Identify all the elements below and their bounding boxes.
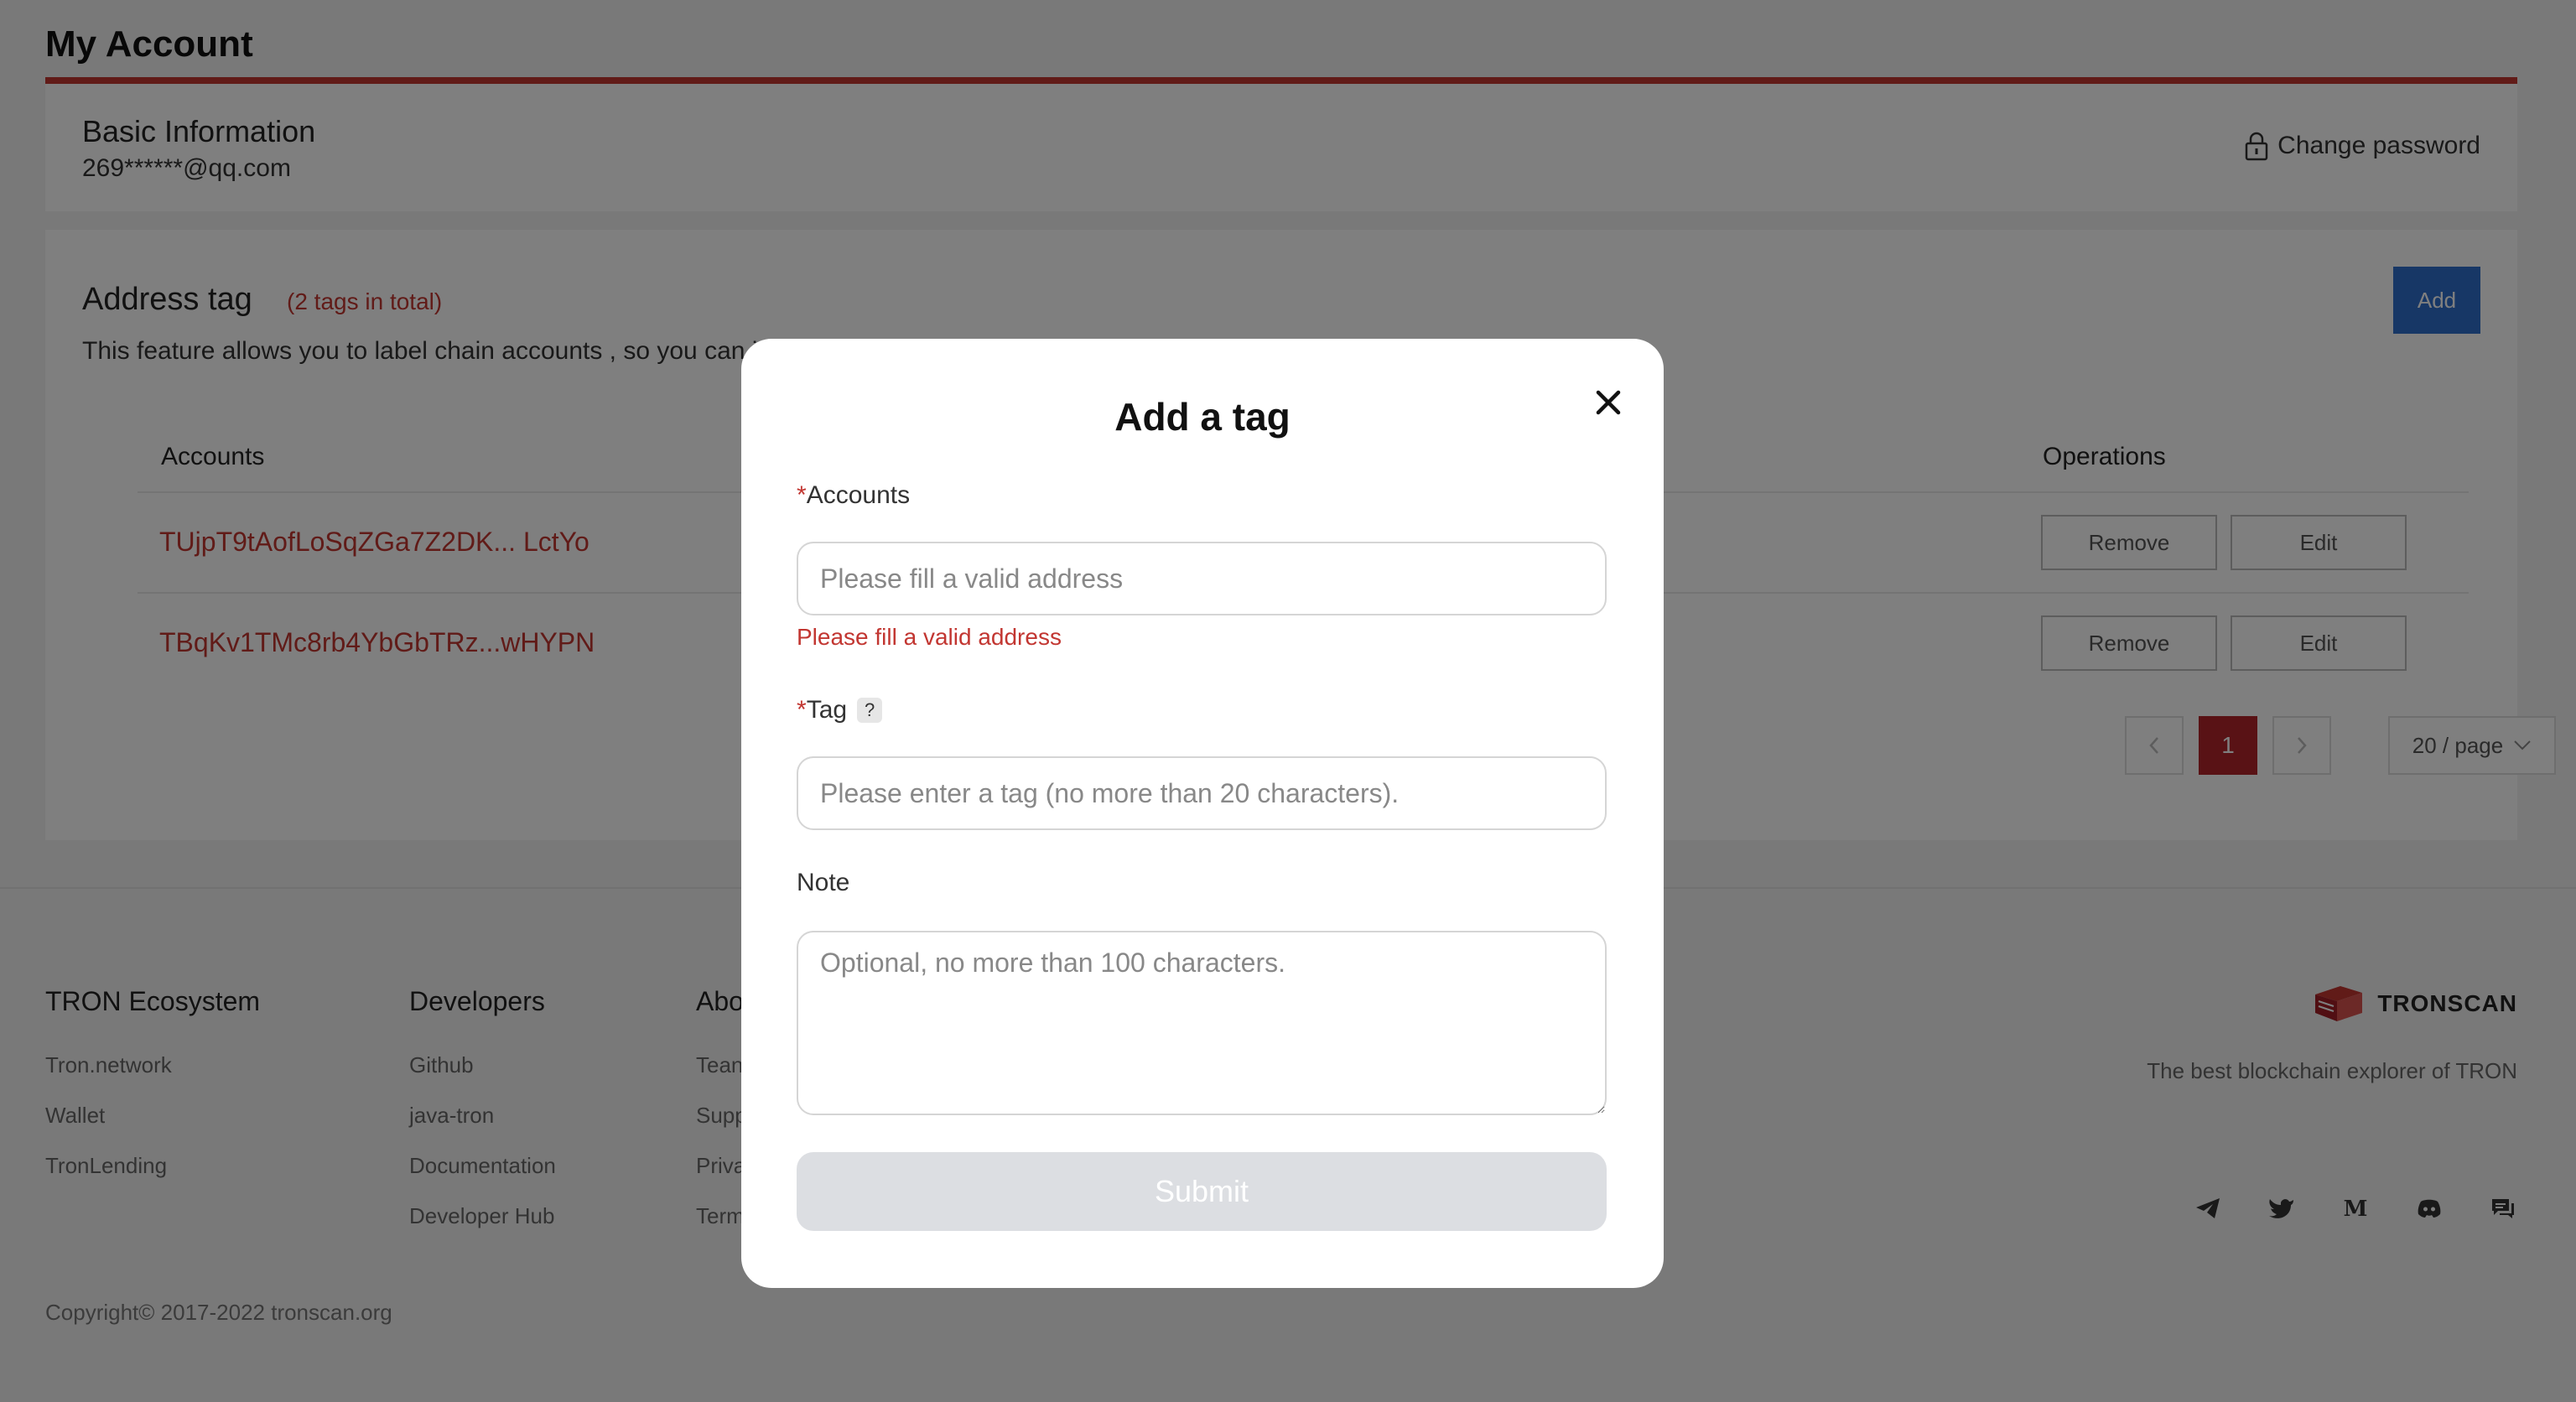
tag-input[interactable] [797,756,1607,830]
submit-button[interactable]: Submit [797,1152,1607,1231]
required-marker: * [797,696,807,724]
accounts-label-text: Accounts [806,481,911,509]
dialog-title: Add a tag [1114,395,1291,439]
tag-label-text: Tag [806,696,848,724]
note-textarea[interactable] [797,931,1607,1115]
close-icon[interactable] [1592,386,1625,419]
note-label: Note [797,869,850,896]
help-icon[interactable]: ? [857,698,883,723]
accounts-input[interactable] [797,542,1607,615]
accounts-label: *Accounts [797,481,910,510]
add-tag-dialog: Add a tag *Accounts Please fill a valid … [741,339,1664,1288]
accounts-error-message: Please fill a valid address [797,624,1062,650]
required-marker: * [797,481,807,509]
tag-label: *Tag ? [797,696,883,724]
